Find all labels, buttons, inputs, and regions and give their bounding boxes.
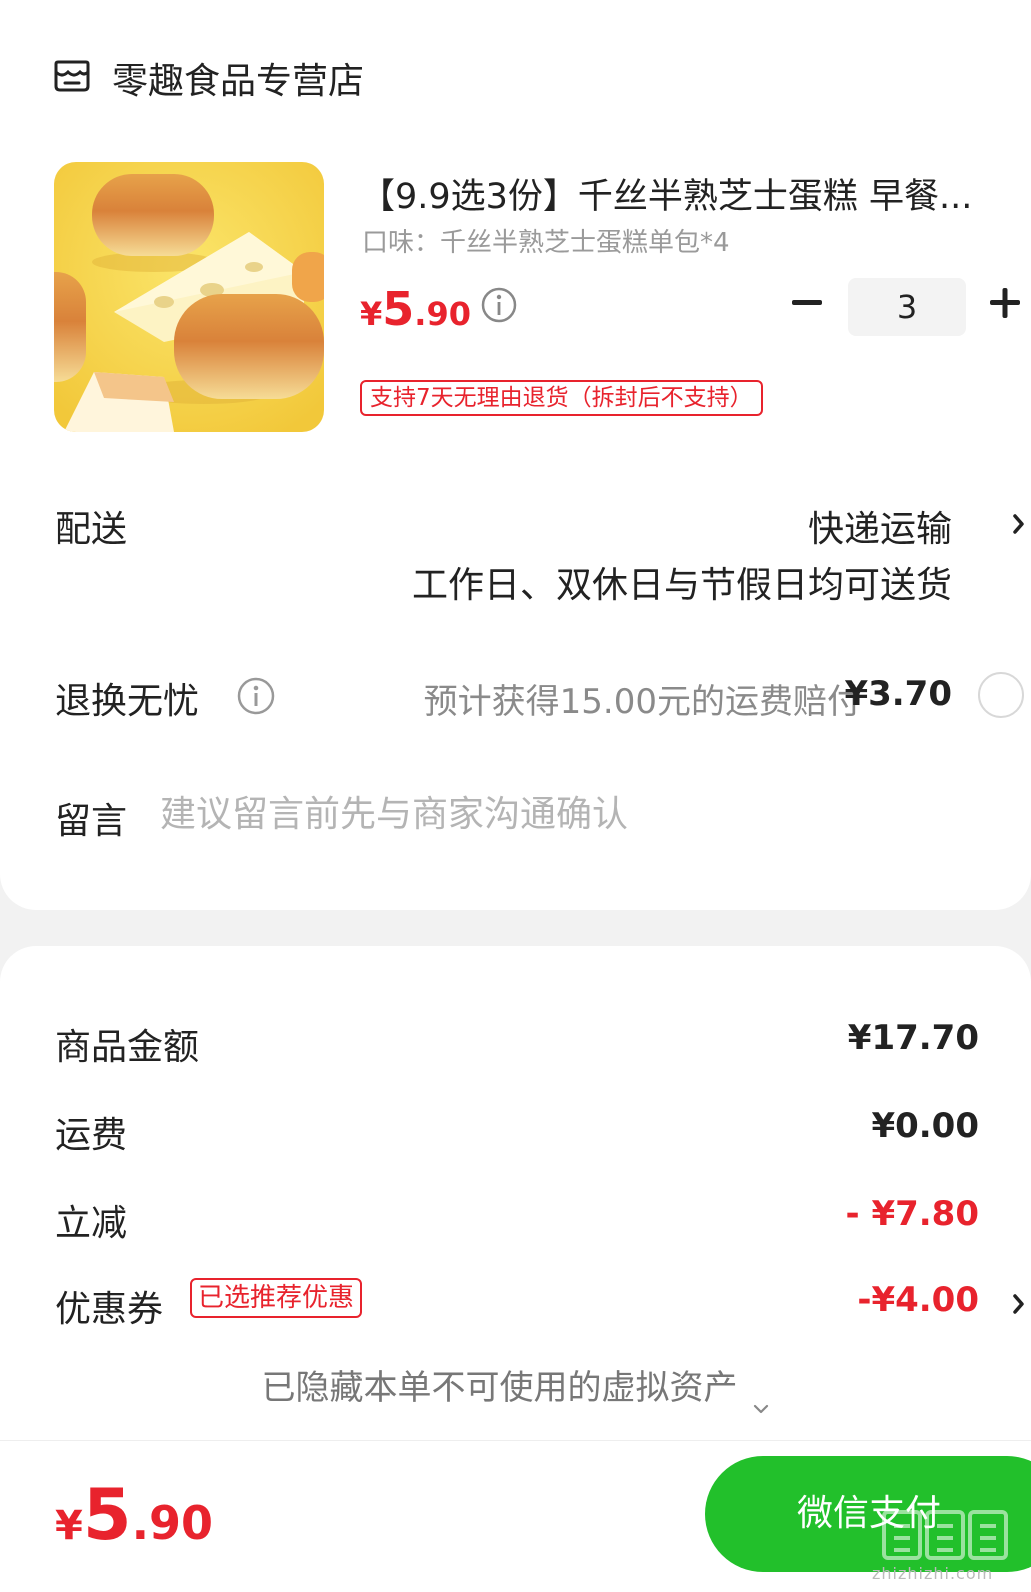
return-insurance-description: 预计获得15.00元的运费赔付	[423, 682, 861, 722]
unit-price-integer: 5	[382, 282, 415, 336]
store-icon	[52, 56, 92, 96]
total-price-decimal: .90	[131, 1496, 214, 1550]
goods-amount-value: ¥17.70	[847, 1018, 979, 1058]
product-title[interactable]: 【9.9选3份】千丝半熟芝士蛋糕 早餐...	[360, 168, 1020, 219]
unit-price: ¥5.90	[360, 282, 471, 336]
coupon-tag[interactable]: 已选推荐优惠	[190, 1278, 363, 1318]
delivery-method[interactable]: 快递运输	[808, 500, 952, 552]
instant-discount-label: 立减	[55, 1203, 128, 1244]
quantity-input[interactable]: 3	[848, 278, 966, 336]
increase-quantity-button[interactable]	[988, 286, 1022, 320]
product-image[interactable]	[54, 162, 324, 432]
return-insurance-price: ¥3.70	[844, 674, 952, 714]
hidden-assets-label: 已隐藏本单不可使用的虚拟资产	[261, 1368, 738, 1408]
product-variant[interactable]: 口味：千丝半熟芝士蛋糕单包*4	[362, 222, 730, 259]
unit-price-decimal: .90	[414, 295, 471, 333]
decrease-quantity-button[interactable]	[790, 286, 824, 320]
delivery-note: 工作日、双休日与节假日均可送货	[411, 565, 952, 606]
total-price-integer: 5	[82, 1474, 132, 1556]
unit-price-currency: ¥	[360, 295, 383, 333]
watermark-text: zhizhizhi.com	[872, 1564, 994, 1583]
shipping-fee-value: ¥0.00	[871, 1106, 979, 1146]
total-price-currency: ¥	[55, 1503, 83, 1549]
chevron-down-icon	[752, 1384, 770, 1413]
return-insurance-radio[interactable]	[978, 672, 1024, 718]
chevron-right-icon[interactable]	[1012, 512, 1026, 536]
return-policy-tag: 支持7天无理由退货（拆封后不支持）	[360, 380, 763, 416]
goods-amount-label: 商品金额	[55, 1027, 200, 1068]
message-label: 留言	[55, 801, 128, 842]
info-icon[interactable]	[480, 286, 518, 324]
coupon-label[interactable]: 优惠券	[55, 1280, 163, 1332]
info-icon[interactable]	[236, 676, 276, 716]
shipping-fee-label: 运费	[55, 1115, 128, 1156]
chevron-right-icon[interactable]	[1012, 1292, 1026, 1316]
coupon-value[interactable]: -¥4.00	[857, 1280, 979, 1320]
return-insurance-label: 退换无忧	[55, 681, 200, 722]
delivery-label: 配送	[55, 509, 128, 550]
instant-discount-value: - ¥7.80	[845, 1194, 980, 1234]
total-price: ¥5.90	[55, 1474, 213, 1556]
store-name[interactable]: 零趣食品专营店	[112, 52, 364, 104]
watermark-logo	[880, 1508, 1010, 1568]
order-card	[0, 0, 1031, 910]
hidden-assets-toggle[interactable]: 已隐藏本单不可使用的虚拟资产	[0, 1360, 1031, 1413]
message-input[interactable]	[160, 786, 980, 842]
